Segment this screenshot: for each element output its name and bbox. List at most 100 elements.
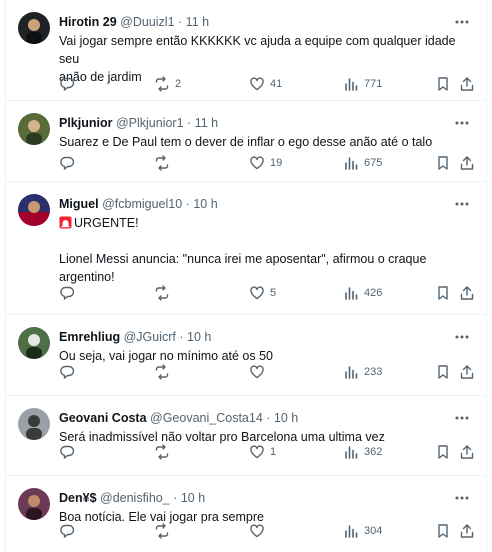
tweet-card[interactable]: Den¥$ @denisfiho_ · 10 h Boa notícia. El…: [6, 476, 486, 552]
author-handle[interactable]: @Plkjunior1: [116, 116, 184, 130]
views-chart-icon: [345, 525, 358, 538]
avatar[interactable]: [18, 327, 50, 359]
more-options-icon[interactable]: [452, 328, 472, 346]
views-button[interactable]: 675: [343, 153, 382, 173]
retweet-button[interactable]: [154, 283, 175, 303]
retweet-button[interactable]: [154, 153, 175, 173]
bookmark-icon: [438, 365, 448, 379]
reply-button[interactable]: [59, 74, 80, 94]
retweet-button[interactable]: [154, 442, 175, 462]
views-button[interactable]: 233: [343, 362, 382, 382]
tweet-card[interactable]: Hirotin 29 @Duuizl1 · 11 h Vai jogar sem…: [6, 0, 486, 101]
timestamp[interactable]: 10 h: [187, 330, 211, 344]
share-icon: [460, 445, 474, 459]
bookmark-button[interactable]: [435, 521, 451, 541]
share-icon: [460, 286, 474, 300]
share-button[interactable]: [459, 153, 475, 173]
author-handle[interactable]: @Geovani_Costa14: [150, 411, 263, 425]
bookmark-icon: [438, 524, 448, 538]
like-count: 1: [270, 446, 277, 458]
more-options-icon[interactable]: [452, 114, 472, 132]
timestamp[interactable]: 11 h: [186, 15, 209, 29]
author-handle[interactable]: @fcbmiguel10: [102, 197, 182, 211]
tweet-card[interactable]: Geovani Costa @Geovani_Costa14 · 10 h Se…: [6, 396, 486, 476]
bookmark-button[interactable]: [435, 442, 451, 462]
timestamp[interactable]: 10 h: [181, 491, 205, 505]
more-options-icon[interactable]: [452, 195, 472, 213]
reply-icon: [60, 365, 75, 379]
views-button[interactable]: 426: [343, 283, 382, 303]
like-button[interactable]: 19: [249, 153, 282, 173]
like-button[interactable]: 1: [249, 442, 276, 462]
share-button[interactable]: [459, 283, 475, 303]
views-button[interactable]: 362: [343, 442, 382, 462]
tweet-line: Suarez e De Paul tem o dever de inflar o…: [59, 135, 433, 149]
reply-button[interactable]: [59, 283, 80, 303]
avatar[interactable]: [18, 488, 50, 520]
bookmark-button[interactable]: [435, 362, 451, 382]
tweet-line-alert: URGENTE!: [59, 214, 466, 232]
separator-dot: ·: [266, 411, 271, 425]
more-options-icon[interactable]: [452, 409, 472, 427]
reply-button[interactable]: [59, 153, 80, 173]
author-handle[interactable]: @denisfiho_: [100, 491, 170, 505]
tweet-line-blank: [59, 232, 466, 250]
tweet-actions: 233: [59, 362, 474, 382]
avatar[interactable]: [18, 113, 50, 145]
tweet-card[interactable]: Miguel @fcbmiguel10 · 10 h URGENTE! Lion…: [6, 182, 486, 315]
view-count: 304: [364, 525, 383, 537]
retweet-button[interactable]: [154, 362, 175, 382]
timestamp[interactable]: 11 h: [195, 116, 218, 130]
tweet-actions: 2 41 771: [59, 74, 474, 94]
like-button[interactable]: 5: [249, 283, 276, 303]
retweet-button[interactable]: [154, 521, 175, 541]
avatar[interactable]: [18, 12, 50, 44]
heart-icon: [250, 445, 264, 459]
tweet-header: Miguel @fcbmiguel10 · 10 h: [59, 195, 446, 213]
author-name[interactable]: Plkjunior: [59, 116, 112, 130]
share-button[interactable]: [459, 521, 475, 541]
views-button[interactable]: 771: [343, 74, 382, 94]
tweet-card[interactable]: Emrehliug @JGuicrf · 10 h Ou seja, vai j…: [6, 315, 486, 396]
bookmark-icon: [438, 156, 448, 170]
reply-button[interactable]: [59, 521, 80, 541]
avatar[interactable]: [18, 408, 50, 440]
author-handle[interactable]: @JGuicrf: [124, 330, 176, 344]
timestamp[interactable]: 10 h: [274, 411, 298, 425]
more-options-icon[interactable]: [452, 489, 472, 507]
view-count: 426: [364, 287, 383, 299]
like-button[interactable]: 41: [249, 74, 282, 94]
author-name[interactable]: Miguel: [59, 197, 99, 211]
share-button[interactable]: [459, 442, 475, 462]
retweet-button[interactable]: 2: [154, 74, 181, 94]
tweet-line: URGENTE!: [74, 216, 139, 230]
like-button[interactable]: [249, 521, 270, 541]
tweet-text: URGENTE! Lionel Messi anuncia: "nunca ir…: [59, 214, 466, 286]
more-options-icon[interactable]: [452, 13, 472, 31]
heart-icon: [250, 286, 264, 300]
author-name[interactable]: Geovani Costa: [59, 411, 147, 425]
author-handle[interactable]: @Duuizl1: [120, 15, 174, 29]
reply-button[interactable]: [59, 442, 80, 462]
bookmark-button[interactable]: [435, 74, 451, 94]
tweet-actions: 304: [59, 521, 474, 541]
timestamp[interactable]: 10 h: [193, 197, 217, 211]
bookmark-icon: [438, 286, 448, 300]
bookmark-button[interactable]: [435, 283, 451, 303]
like-button[interactable]: [249, 362, 270, 382]
avatar[interactable]: [18, 194, 50, 226]
views-chart-icon: [345, 446, 358, 459]
share-button[interactable]: [459, 362, 475, 382]
share-button[interactable]: [459, 74, 475, 94]
author-name[interactable]: Den¥$: [59, 491, 97, 505]
views-button[interactable]: 304: [343, 521, 382, 541]
tweet-card[interactable]: Plkjunior @Plkjunior1 · 11 h Suarez e De…: [6, 101, 486, 182]
tweet-header: Hirotin 29 @Duuizl1 · 11 h: [59, 13, 446, 31]
reply-thread: Hirotin 29 @Duuizl1 · 11 h Vai jogar sem…: [5, 0, 487, 552]
bookmark-button[interactable]: [435, 153, 451, 173]
author-name[interactable]: Hirotin 29: [59, 15, 117, 29]
view-count: 771: [364, 78, 383, 90]
reply-button[interactable]: [59, 362, 80, 382]
tweet-line: Vai jogar sempre então KKKKKK vc ajuda a…: [59, 34, 456, 66]
author-name[interactable]: Emrehliug: [59, 330, 120, 344]
